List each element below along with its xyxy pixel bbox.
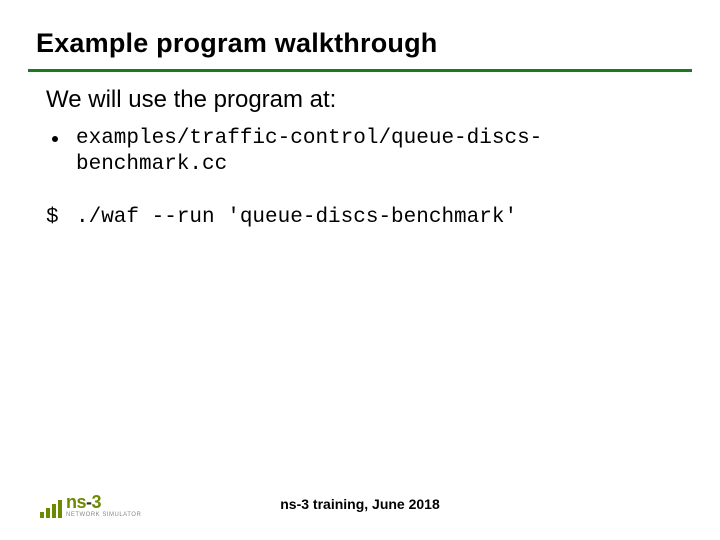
shell-command: ./waf --run 'queue-discs-benchmark' <box>76 205 517 231</box>
slide-body: We will use the program at: examples/tra… <box>36 86 684 231</box>
command-line: $ ./waf --run 'queue-discs-benchmark' <box>46 205 684 231</box>
footer-text: ns-3 training, June 2018 <box>0 496 720 512</box>
logo-subtitle: NETWORK SIMULATOR <box>66 512 141 518</box>
shell-prompt: $ <box>46 205 76 231</box>
example-path: examples/traffic-control/queue-discs-ben… <box>76 126 684 179</box>
title-divider <box>28 69 692 72</box>
bullet-item: examples/traffic-control/queue-discs-ben… <box>46 126 684 179</box>
bullet-icon <box>52 136 58 142</box>
lead-text: We will use the program at: <box>46 86 684 114</box>
slide: Example program walkthrough We will use … <box>0 0 720 540</box>
slide-title: Example program walkthrough <box>36 28 684 69</box>
